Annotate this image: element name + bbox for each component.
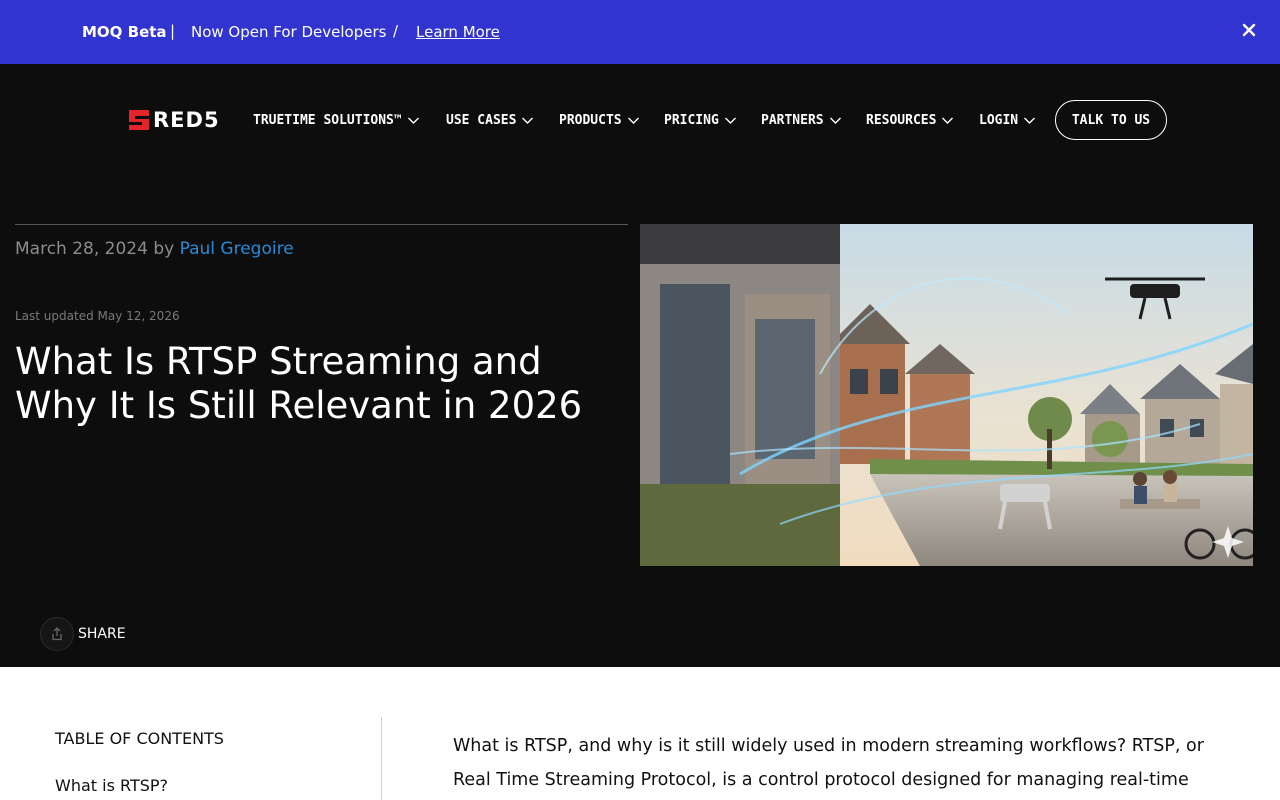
announcement-separator: /: [393, 22, 399, 40]
article-byline: March 28, 2024 by Paul Gregoire: [15, 239, 294, 259]
nav-truetime-solutions[interactable]: TRUETIME SOLUTIONS™: [253, 110, 420, 130]
nav-resources[interactable]: RESOURCES: [866, 110, 954, 130]
close-icon[interactable]: [1238, 19, 1260, 41]
nav-item-label: PARTNERS: [761, 112, 824, 128]
talk-to-us-button[interactable]: TALK TO US: [1055, 100, 1167, 140]
share-label: SHARE: [78, 626, 126, 642]
red5-logo-mark-icon: [129, 110, 149, 130]
chevron-down-icon: [724, 117, 736, 124]
nav-products[interactable]: PRODUCTS: [559, 110, 640, 130]
share-icon-circle: [40, 617, 74, 651]
hero-divider: [15, 224, 628, 225]
announcement-bar: MOQ Beta | Now Open For Developers / Lea…: [0, 0, 1280, 64]
toc-item-what-is-rtsp[interactable]: What is RTSP?: [55, 776, 168, 795]
nav-item-label: PRICING: [664, 112, 719, 128]
logo-wordmark: RED5: [153, 108, 220, 132]
chevron-down-icon: [829, 117, 841, 124]
red5-logo[interactable]: RED5: [129, 108, 220, 132]
chevron-down-icon: [522, 117, 534, 124]
content-divider: [381, 717, 382, 800]
article-intro: What is RTSP, and why is it still widely…: [453, 736, 1204, 790]
publish-date: March 28, 2024: [15, 239, 148, 259]
nav-item-label: USE CASES: [446, 112, 517, 128]
chevron-down-icon: [407, 117, 419, 124]
toc-heading: TABLE OF CONTENTS: [55, 729, 224, 748]
learn-more-link[interactable]: Learn More: [416, 23, 500, 41]
chevron-down-icon: [942, 117, 954, 124]
chevron-down-icon: [1024, 117, 1036, 124]
author-link[interactable]: Paul Gregoire: [180, 239, 294, 259]
announcement-title: MOQ Beta: [82, 23, 167, 41]
announcement-message: Now Open For Developers: [191, 23, 387, 41]
nav-item-label: PRODUCTS: [559, 112, 622, 128]
byline-by: by: [153, 239, 175, 259]
hero-image: [640, 224, 1253, 566]
nav-use-cases[interactable]: USE CASES: [446, 110, 534, 130]
article-content: TABLE OF CONTENTS What is RTSP? What is …: [0, 667, 1280, 800]
nav-partners[interactable]: PARTNERS: [761, 110, 842, 130]
announcement-separator: |: [170, 22, 176, 40]
last-updated: Last updated May 12, 2026: [15, 309, 180, 323]
share-icon: [52, 627, 62, 641]
nav-item-label: TRUETIME SOLUTIONS™: [253, 112, 402, 128]
article-title: What Is RTSP Streaming and Why It Is Sti…: [15, 340, 583, 427]
nav-pricing[interactable]: PRICING: [664, 110, 737, 130]
nav-item-label: LOGIN: [979, 112, 1019, 128]
chevron-down-icon: [627, 117, 639, 124]
share-button[interactable]: SHARE: [40, 617, 126, 651]
nav-login[interactable]: LOGIN: [979, 110, 1036, 130]
nav-item-label: RESOURCES: [866, 112, 937, 128]
